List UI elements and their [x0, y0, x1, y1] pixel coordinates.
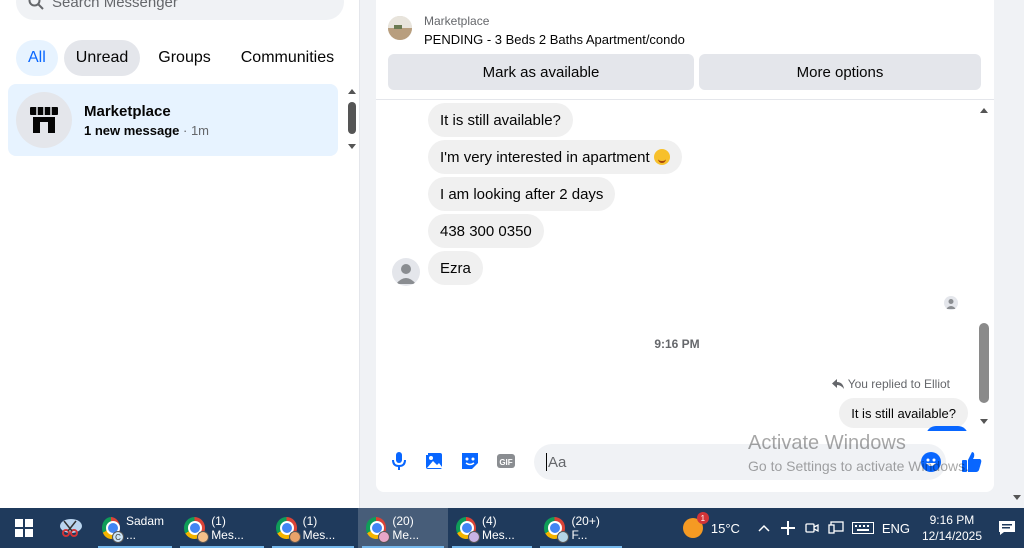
plus-icon[interactable]	[777, 508, 799, 548]
chat-time: 1m	[190, 122, 210, 138]
listing-thumbnail[interactable]	[388, 16, 412, 40]
weather-widget[interactable]: 1 15°C	[682, 512, 740, 538]
taskbar-app-chrome-active[interactable]: (20) Me...	[358, 508, 448, 548]
svg-text:GIF: GIF	[499, 458, 512, 467]
watermark-subtitle: Go to Settings to activate Windows.	[748, 458, 969, 474]
filter-groups[interactable]: Groups	[146, 40, 222, 76]
message-bubble[interactable]: Ezra	[428, 251, 483, 285]
filter-chips: All Unread Groups Communities	[16, 40, 346, 76]
message-text: 438 300 0350	[440, 222, 532, 240]
reply-notice-text: You replied to Elliot	[847, 377, 950, 391]
snipping-tool-button[interactable]	[48, 508, 94, 548]
taskbar-app-chrome[interactable]: (1) Mes...	[268, 508, 358, 548]
system-tray: 1 15°C ENG 9:16 PM 12/14/2025	[682, 508, 1024, 548]
clock-date: 12/14/2025	[921, 529, 982, 543]
network-icon[interactable]	[825, 508, 847, 548]
reply-notice: You replied to Elliot	[831, 377, 950, 391]
notification-center-icon[interactable]	[990, 508, 1024, 548]
time-divider: 9:16 PM	[654, 337, 700, 351]
messages-scrollbar[interactable]	[976, 101, 992, 431]
taskbar-app-label: Sadam ...	[126, 514, 165, 542]
message-text: I'm very interested in apartment	[440, 148, 650, 166]
chrome-icon	[276, 517, 301, 543]
temperature: 15°C	[710, 520, 740, 536]
chat-item-marketplace[interactable]: Marketplace 1 new message · 1m	[8, 84, 338, 156]
microphone-icon[interactable]	[388, 450, 410, 472]
filter-unread[interactable]: Unread	[63, 40, 141, 76]
photo-icon[interactable]	[423, 450, 445, 472]
watermark-title: Activate Windows	[748, 432, 906, 454]
mark-as-available-button[interactable]: Mark as available	[388, 54, 694, 90]
taskbar-app-label: (1) Mes...	[302, 514, 336, 542]
windows-start-button[interactable]	[0, 508, 48, 548]
outgoing-message-bubble[interactable]	[926, 426, 968, 431]
filter-communities[interactable]: Communities	[229, 40, 346, 76]
message-text: Ezra	[440, 259, 471, 277]
sticker-icon[interactable]	[459, 450, 481, 472]
quoted-message[interactable]: It is still available?	[839, 398, 968, 428]
taskbar-app-chrome[interactable]: (20+) F...	[536, 508, 626, 548]
conversation-panel: Marketplace PENDING - 3 Beds 2 Baths Apa…	[376, 0, 994, 492]
reply-icon	[831, 379, 844, 389]
windows-taskbar: C Sadam ... (1) Mes... (1) Mes... (20) Me…	[0, 508, 1024, 548]
chat-name: Marketplace	[84, 102, 171, 120]
activate-windows-watermark: Activate Windows Go to Settings to activ…	[748, 432, 969, 474]
chevron-up-icon[interactable]	[753, 508, 775, 548]
chrome-icon	[184, 517, 210, 543]
keyboard-icon[interactable]	[849, 508, 877, 548]
chat-separator: ·	[179, 122, 191, 138]
message-text: I am looking after 2 days	[440, 185, 604, 203]
search-input[interactable]: Search Messenger	[16, 0, 344, 20]
clock[interactable]: 9:16 PM 12/14/2025	[922, 512, 982, 544]
scissors-icon	[60, 519, 82, 537]
message-text: It is still available?	[440, 111, 561, 129]
search-placeholder: Search Messenger	[52, 0, 178, 11]
chrome-icon	[544, 517, 570, 543]
message-bubble[interactable]: I am looking after 2 days	[428, 177, 616, 211]
listing-title[interactable]: PENDING - 3 Beds 2 Baths Apartment/condo	[424, 32, 685, 47]
message-bubble[interactable]: I'm very interested in apartment	[428, 140, 682, 174]
filter-all[interactable]: All	[16, 40, 58, 76]
message-input-placeholder: Aa	[548, 453, 567, 471]
message-bubble[interactable]: It is still available?	[428, 103, 573, 137]
chat-list-scrollbar[interactable]	[345, 86, 359, 154]
marketplace-avatar	[16, 92, 72, 148]
taskbar-app-label: (1) Mes...	[211, 514, 244, 542]
more-options-button[interactable]: More options	[699, 54, 981, 90]
listing-label: Marketplace	[424, 14, 490, 28]
taskbar-app-label: (4) Mes...	[481, 514, 515, 542]
taskbar-app-label: (20+) F...	[571, 514, 600, 542]
message-bubble[interactable]: 438 300 0350	[428, 214, 544, 248]
taskbar-app-label: (20) Me...	[392, 514, 420, 542]
taskbar-app-chrome[interactable]: (1) Mes...	[176, 508, 268, 548]
search-icon	[28, 0, 44, 10]
storefront-icon	[30, 107, 58, 133]
taskbar-app-chrome[interactable]: (4) Mes...	[448, 508, 536, 548]
page-scroll-down-arrow[interactable]	[1010, 490, 1024, 508]
weather-badge: 1	[696, 512, 709, 524]
language-indicator[interactable]: ENG	[879, 508, 913, 548]
chrome-icon	[366, 517, 391, 543]
weather-icon: 1	[682, 512, 709, 538]
chrome-icon: C	[102, 517, 124, 543]
listing-header: Marketplace PENDING - 3 Beds 2 Baths Apa…	[376, 0, 994, 100]
smiling-emoji-icon	[653, 149, 670, 165]
meet-now-icon[interactable]	[801, 508, 823, 548]
read-receipt-avatar	[944, 296, 958, 310]
chat-list-panel: Search Messenger All Unread Groups Commu…	[0, 0, 360, 508]
clock-time: 9:16 PM	[929, 513, 975, 527]
windows-logo-icon	[15, 519, 33, 537]
gif-icon[interactable]: GIF	[495, 450, 517, 472]
message-list: It is still available? I'm very interest…	[376, 101, 994, 431]
chrome-icon	[456, 517, 480, 543]
taskbar-app-chrome[interactable]: C Sadam ...	[94, 508, 176, 548]
sender-avatar[interactable]	[392, 258, 420, 286]
chat-preview: 1 new message	[84, 122, 180, 138]
